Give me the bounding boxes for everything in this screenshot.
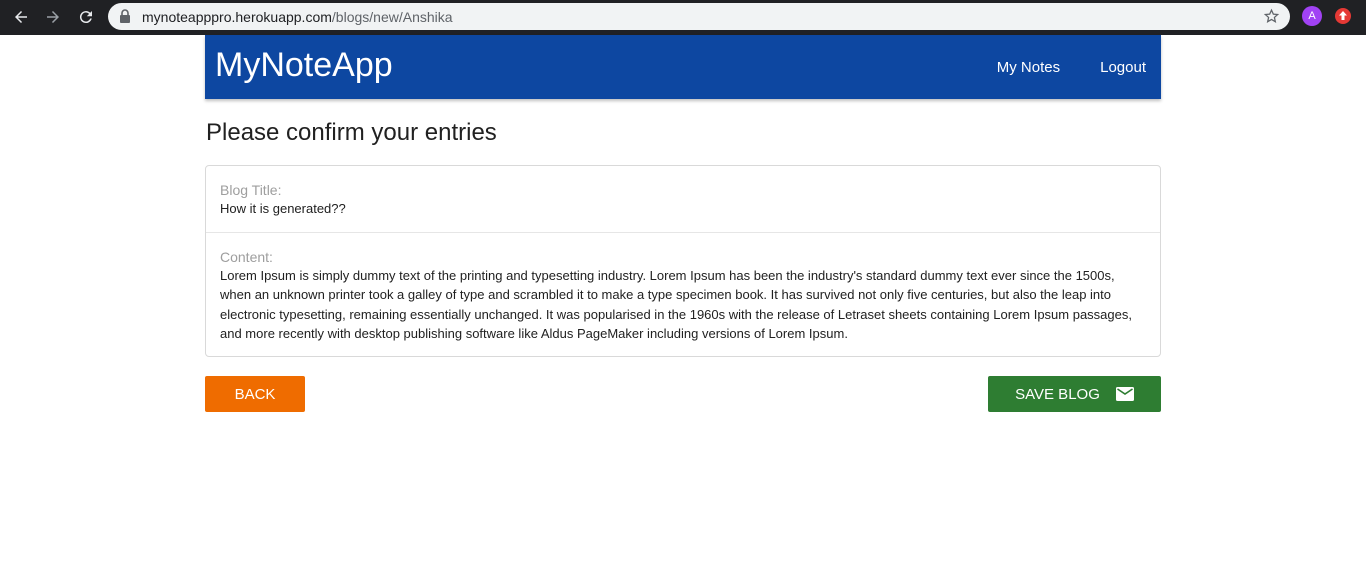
profile-avatar[interactable]: A (1302, 6, 1322, 26)
save-blog-button[interactable]: Save Blog (988, 376, 1161, 412)
blog-title-label: Blog Title: (220, 182, 282, 198)
mail-icon (1115, 387, 1134, 401)
save-blog-button-label: Save Blog (1015, 385, 1100, 403)
lock-icon (120, 9, 130, 23)
address-bar[interactable]: mynoteapppro.herokuapp.com/blogs/new/Ans… (108, 3, 1290, 30)
back-button-label: Back (234, 385, 276, 403)
url-host: mynoteapppro.herokuapp.com (142, 9, 332, 25)
back-arrow-icon[interactable] (9, 5, 33, 29)
nav-link-logout[interactable]: Logout (1100, 59, 1146, 76)
url-path: /blogs/new/Anshika (331, 9, 453, 25)
content-label: Content: (220, 249, 273, 265)
navbar: MyNoteApp My Notes Logout (205, 35, 1161, 99)
confirm-card: Blog Title: How it is generated?? Conten… (205, 165, 1161, 357)
browser-toolbar: mynoteapppro.herokuapp.com/blogs/new/Ans… (0, 0, 1366, 35)
page-title: Please confirm your entries (206, 119, 497, 146)
content-value: Lorem Ipsum is simply dummy text of the … (220, 268, 1132, 341)
content-field: Content: Lorem Ipsum is simply dummy tex… (206, 233, 1160, 343)
brand-logo[interactable]: MyNoteApp (215, 46, 393, 85)
blog-title-field: Blog Title: How it is generated?? (206, 166, 1160, 233)
reload-icon[interactable] (74, 5, 98, 29)
forward-arrow-icon[interactable] (41, 5, 65, 29)
extension-icon[interactable] (1334, 7, 1352, 25)
app-container: MyNoteApp My Notes Logout Please confirm… (205, 35, 1161, 412)
url-text: mynoteapppro.herokuapp.com/blogs/new/Ans… (142, 9, 453, 25)
nav-links: My Notes Logout (957, 35, 1146, 99)
back-button[interactable]: Back (205, 376, 305, 412)
blog-title-value: How it is generated?? (220, 201, 346, 216)
bookmark-star-icon[interactable] (1263, 8, 1280, 25)
nav-link-my-notes[interactable]: My Notes (997, 59, 1060, 76)
